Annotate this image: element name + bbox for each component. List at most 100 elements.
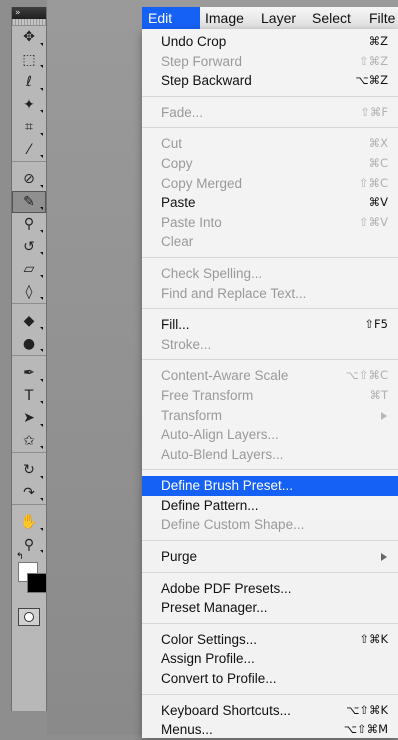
menu-item-shortcut: ⌘V: [368, 195, 388, 210]
menu-edit[interactable]: Edit: [142, 7, 200, 29]
menu-item-preset-manager[interactable]: Preset Manager...: [142, 598, 398, 618]
menu-item-fade: Fade... ⇧⌘F: [142, 103, 398, 123]
menu-item-define-brush-preset[interactable]: Define Brush Preset...: [142, 476, 398, 496]
menu-item-shortcut: ⌥⇧⌘K: [346, 702, 388, 717]
move-tool-button[interactable]: ✥: [12, 26, 46, 49]
tool-flyout-indicator: [40, 42, 43, 46]
pen-tool-button[interactable]: ✒: [12, 362, 46, 385]
marquee-tool-button[interactable]: ⬚: [12, 49, 46, 72]
menu-item-paste[interactable]: Paste ⌘V: [142, 193, 398, 213]
menu-item-shortcut: ⇧⌘C: [358, 175, 388, 190]
menu-separator: [142, 622, 398, 624]
brush-tool-button[interactable]: ✎: [12, 190, 46, 213]
menu-item-shortcut: ⇧⌘F: [360, 104, 388, 119]
3d-rotate-tool-button[interactable]: ↻: [12, 459, 46, 482]
menu-item-shortcut: ⇧⌘Z: [358, 53, 388, 68]
3d-orbit-tool-button[interactable]: ↷: [12, 482, 46, 505]
menu-item-shortcut: ⌥⌘Z: [355, 73, 388, 88]
eraser-tool-icon: ▱: [23, 261, 35, 278]
menu-item-shortcut: ⇧⌘V: [358, 214, 388, 229]
paint-bucket-tool-button[interactable]: ◊: [12, 281, 46, 304]
quick-mask-button[interactable]: [18, 608, 40, 626]
magic-wand-tool-button[interactable]: ✦: [12, 94, 46, 117]
menu-item-paste-into: Paste Into ⇧⌘V: [142, 213, 398, 233]
menu-item-label: Fill...: [161, 317, 190, 333]
blur-tool-button[interactable]: ◆: [12, 310, 46, 333]
tool-flyout-indicator: [40, 87, 43, 91]
menu-item-label: Transform: [161, 407, 223, 423]
menu-item-label: Content-Aware Scale: [161, 368, 289, 384]
clone-stamp-tool-icon: ⚲: [23, 216, 35, 233]
eyedropper-tool-button[interactable]: ⁄: [12, 139, 46, 162]
dodge-tool-button[interactable]: ●: [12, 333, 46, 356]
marquee-tool-icon: ⬚: [22, 51, 36, 68]
menu-separator: [142, 256, 398, 258]
dodge-tool-icon: ●: [22, 335, 36, 352]
menu-item-fill[interactable]: Fill... ⇧F5: [142, 315, 398, 335]
menu-separator: [142, 693, 398, 695]
tool-separator: [12, 355, 46, 362]
menu-item-content-aware-scale: Content-Aware Scale ⌥⇧⌘C: [142, 366, 398, 386]
menu-item-label: Copy Merged: [161, 175, 243, 191]
menu-item-find-and-replace-text: Find and Replace Text...: [142, 284, 398, 304]
menu-item-purge[interactable]: Purge: [142, 547, 398, 567]
eraser-tool-button[interactable]: ▱: [12, 258, 46, 281]
hand-tool-icon: ✋: [20, 514, 38, 531]
menu-item-keyboard-shortcuts[interactable]: Keyboard Shortcuts... ⌥⇧⌘K: [142, 701, 398, 721]
menu-item-convert-to-profile[interactable]: Convert to Profile...: [142, 669, 398, 689]
tool-flyout-indicator: [40, 475, 43, 479]
tool-flyout-indicator: [40, 132, 43, 136]
menu-select[interactable]: Select: [312, 7, 351, 29]
menu-item-adobe-pdf-presets[interactable]: Adobe PDF Presets...: [142, 579, 398, 599]
menu-layer[interactable]: Layer: [261, 7, 296, 29]
menu-item-color-settings[interactable]: Color Settings... ⇧⌘K: [142, 630, 398, 650]
menu-filter[interactable]: Filte: [369, 7, 395, 29]
tool-flyout-indicator: [40, 297, 43, 300]
healing-brush-tool-icon: ⊘: [23, 171, 35, 188]
paint-bucket-tool-icon: ◊: [25, 283, 33, 300]
color-swatches: ↰: [12, 552, 47, 604]
move-tool-icon: ✥: [23, 29, 35, 46]
hand-tool-button[interactable]: ✋: [12, 511, 46, 534]
crop-tool-icon: ⌗: [25, 119, 33, 136]
menu-item-step-backward[interactable]: Step Backward ⌥⌘Z: [142, 71, 398, 91]
menu-item-assign-profile[interactable]: Assign Profile...: [142, 649, 398, 669]
collapse-icon[interactable]: »: [15, 8, 21, 18]
menu-separator: [142, 571, 398, 573]
menu-item-define-pattern[interactable]: Define Pattern...: [142, 496, 398, 516]
tool-separator: [12, 161, 46, 168]
tools-panel-grip[interactable]: [12, 19, 46, 26]
clone-stamp-tool-button[interactable]: ⚲: [12, 213, 46, 236]
menu-item-label: Adobe PDF Presets...: [161, 580, 292, 596]
menu-item-label: Step Backward: [161, 73, 252, 89]
crop-tool-button[interactable]: ⌗: [12, 116, 46, 139]
tools-panel: » ✥ ⬚ ℓ ✦ ⌗ ⁄ ⊘ ✎ ⚲ ↺ ▱ ◊ ◆ ● ✒ T ➤ ✩ ↻ ↷ ✋ ⚲ ↰: [11, 7, 47, 711]
menu-item-label: Cut: [161, 136, 183, 152]
tools-panel-header[interactable]: »: [12, 7, 46, 19]
healing-brush-tool-button[interactable]: ⊘: [12, 168, 46, 191]
3d-rotate-tool-icon: ↻: [23, 462, 35, 479]
lasso-tool-button[interactable]: ℓ: [12, 71, 46, 94]
menu-item-shortcut: ⌘Z: [368, 34, 388, 48]
custom-shape-tool-button[interactable]: ✩: [12, 430, 46, 453]
tool-flyout-indicator: [40, 184, 43, 188]
path-selection-tool-button[interactable]: ➤: [12, 407, 46, 430]
menu-separator: [142, 127, 398, 129]
submenu-arrow-icon: [381, 553, 387, 562]
menu-item-label: Color Settings...: [161, 631, 258, 647]
history-brush-tool-button[interactable]: ↺: [12, 236, 46, 259]
tool-flyout-indicator: [40, 326, 43, 330]
menu-item-copy-merged: Copy Merged ⇧⌘C: [142, 174, 398, 194]
tool-separator: [12, 504, 46, 511]
menu-image[interactable]: Image: [205, 7, 244, 29]
pen-tool-icon: ✒: [23, 365, 35, 382]
swap-colors-icon[interactable]: ↰: [16, 552, 24, 562]
menu-item-label: Assign Profile...: [161, 651, 255, 667]
menu-item-undo-crop[interactable]: Undo Crop ⌘Z: [142, 32, 398, 52]
tool-flyout-indicator: [40, 252, 43, 255]
background-color-swatch[interactable]: [27, 573, 47, 593]
type-tool-button[interactable]: T: [12, 385, 46, 408]
menu-item-menus[interactable]: Menus... ⌥⇧⌘M: [142, 720, 398, 740]
menu-item-clear: Clear: [142, 232, 398, 252]
menu-item-check-spelling: Check Spelling...: [142, 264, 398, 284]
